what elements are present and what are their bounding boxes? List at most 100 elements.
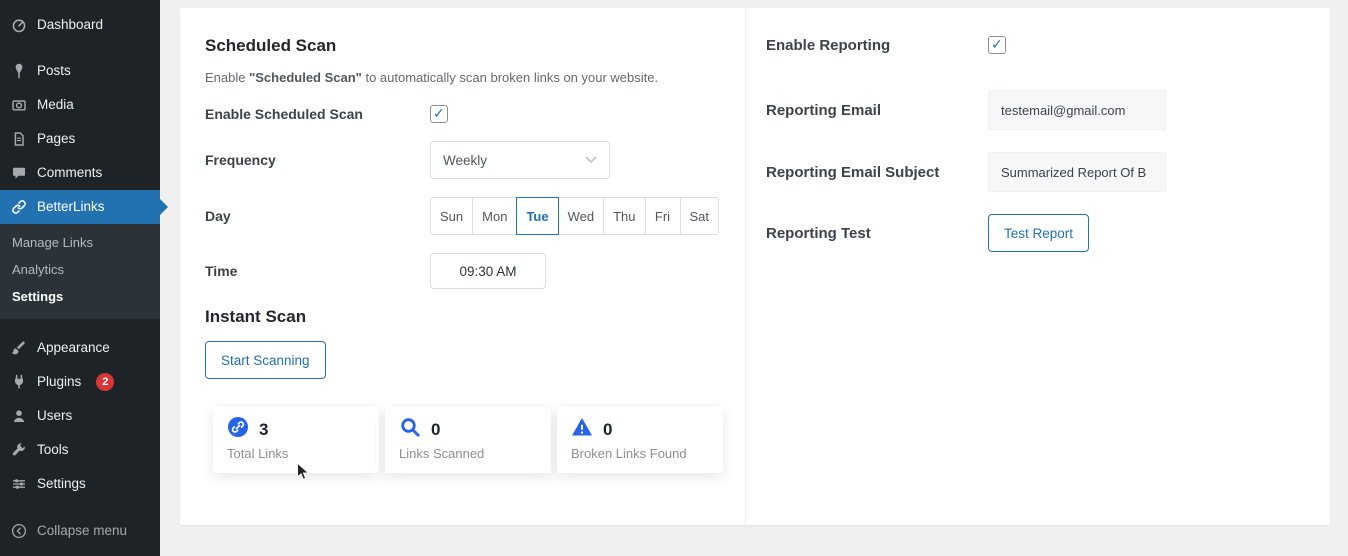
users-icon <box>10 407 28 425</box>
link-icon <box>227 416 249 443</box>
enable-reporting-row: Enable Reporting <box>766 36 1330 54</box>
scan-stats: 3 Total Links 0 Links Scanned <box>213 407 745 473</box>
enable-reporting-label: Enable Reporting <box>766 37 988 54</box>
sidebar-item-label: Appearance <box>37 339 110 357</box>
sidebar-item-posts[interactable]: Posts <box>0 54 160 88</box>
plugins-icon <box>10 373 28 391</box>
plugins-update-badge: 2 <box>96 373 114 391</box>
sidebar-item-media[interactable]: Media <box>0 88 160 122</box>
appearance-icon <box>10 339 28 357</box>
enable-scheduled-scan-row: Enable Scheduled Scan <box>205 105 745 123</box>
reporting-test-row: Reporting Test Test Report <box>766 214 1330 252</box>
day-row: Day Sun Mon Tue Wed Thu Fri Sat <box>205 197 745 235</box>
day-option-sun[interactable]: Sun <box>430 197 473 235</box>
reporting-subject-row: Reporting Email Subject <box>766 152 1330 192</box>
sidebar-item-users[interactable]: Users <box>0 399 160 433</box>
stat-value: 0 <box>431 420 440 440</box>
betterlinks-submenu: Manage Links Analytics Settings <box>0 224 160 319</box>
stat-value: 3 <box>259 420 268 440</box>
frequency-selected-value: Weekly <box>443 153 487 168</box>
warning-icon <box>571 416 593 443</box>
sidebar-item-label: Comments <box>37 164 102 182</box>
stat-card-links-scanned: 0 Links Scanned <box>385 407 551 473</box>
scheduled-scan-description: Enable "Scheduled Scan" to automatically… <box>205 70 745 85</box>
sidebar-item-label: Posts <box>37 62 71 80</box>
sidebar-item-label: Users <box>37 407 72 425</box>
sidebar-item-plugins[interactable]: Plugins 2 <box>0 365 160 399</box>
sidebar-item-tools[interactable]: Tools <box>0 433 160 467</box>
sidebar-item-label: Plugins <box>37 373 81 391</box>
scan-settings-column: Scheduled Scan Enable "Scheduled Scan" t… <box>180 8 745 525</box>
media-icon <box>10 96 28 114</box>
stat-label: Broken Links Found <box>571 446 709 461</box>
reporting-settings-column: Enable Reporting Reporting Email Reporti… <box>745 8 1330 525</box>
day-option-thu[interactable]: Thu <box>603 197 645 235</box>
frequency-select[interactable]: Weekly <box>430 141 610 179</box>
day-selector: Sun Mon Tue Wed Thu Fri Sat <box>430 197 745 235</box>
frequency-label: Frequency <box>205 152 430 168</box>
admin-sidebar: Dashboard Posts Media Pages Comments <box>0 0 160 556</box>
submenu-item-settings[interactable]: Settings <box>0 283 160 310</box>
search-icon <box>399 416 421 443</box>
reporting-subject-input[interactable] <box>988 152 1166 192</box>
stat-value: 0 <box>603 420 612 440</box>
chevron-down-icon <box>585 156 597 164</box>
sidebar-item-label: BetterLinks <box>37 198 105 216</box>
test-report-button[interactable]: Test Report <box>988 214 1089 252</box>
screen: Dashboard Posts Media Pages Comments <box>0 0 1348 556</box>
admin-content: Scheduled Scan Enable "Scheduled Scan" t… <box>160 0 1348 556</box>
day-option-fri[interactable]: Fri <box>645 197 681 235</box>
day-option-wed[interactable]: Wed <box>558 197 605 235</box>
dashboard-icon <box>10 16 28 34</box>
collapse-menu-button[interactable]: Collapse menu <box>0 514 160 548</box>
comments-icon <box>10 164 28 182</box>
sidebar-item-pages[interactable]: Pages <box>0 122 160 156</box>
day-option-mon[interactable]: Mon <box>472 197 517 235</box>
tools-icon <box>10 441 28 459</box>
sidebar-item-label: Collapse menu <box>37 522 127 540</box>
scheduled-scan-title: Scheduled Scan <box>205 36 745 56</box>
reporting-test-label: Reporting Test <box>766 225 988 242</box>
stat-card-broken-links: 0 Broken Links Found <box>557 407 723 473</box>
collapse-arrow-icon <box>10 522 28 540</box>
submenu-item-manage-links[interactable]: Manage Links <box>0 229 160 256</box>
time-label: Time <box>205 263 430 279</box>
sidebar-item-label: Media <box>37 96 74 114</box>
sidebar-item-label: Dashboard <box>37 16 103 34</box>
reporting-email-label: Reporting Email <box>766 102 988 119</box>
enable-scheduled-scan-label: Enable Scheduled Scan <box>205 106 430 122</box>
enable-scheduled-scan-checkbox[interactable] <box>430 105 448 123</box>
time-row: Time 09:30 AM <box>205 253 745 289</box>
day-option-tue[interactable]: Tue <box>516 197 558 235</box>
day-label: Day <box>205 208 430 224</box>
pages-icon <box>10 130 28 148</box>
stat-card-total-links: 3 Total Links <box>213 407 379 473</box>
reporting-email-row: Reporting Email <box>766 90 1330 130</box>
day-option-sat[interactable]: Sat <box>680 197 720 235</box>
sidebar-item-appearance[interactable]: Appearance <box>0 331 160 365</box>
sidebar-item-betterlinks[interactable]: BetterLinks <box>0 190 160 224</box>
submenu-item-analytics[interactable]: Analytics <box>0 256 160 283</box>
enable-reporting-checkbox[interactable] <box>988 36 1006 54</box>
reporting-subject-label: Reporting Email Subject <box>766 164 988 181</box>
stat-label: Total Links <box>227 446 365 461</box>
sidebar-item-label: Pages <box>37 130 75 148</box>
sidebar-item-comments[interactable]: Comments <box>0 156 160 190</box>
reporting-email-input[interactable] <box>988 90 1166 130</box>
description-text: Enable <box>205 70 249 85</box>
start-scanning-button[interactable]: Start Scanning <box>205 341 326 379</box>
instant-scan-title: Instant Scan <box>205 307 745 327</box>
posts-icon <box>10 62 28 80</box>
sidebar-item-label: Tools <box>37 441 69 459</box>
sidebar-item-label: Settings <box>37 475 86 493</box>
frequency-row: Frequency Weekly <box>205 141 745 179</box>
settings-card: Scheduled Scan Enable "Scheduled Scan" t… <box>180 8 1330 525</box>
sidebar-item-dashboard[interactable]: Dashboard <box>0 8 160 42</box>
time-input[interactable]: 09:30 AM <box>430 253 546 289</box>
description-highlight: "Scheduled Scan" <box>249 70 362 85</box>
description-text: to automatically scan broken links on yo… <box>362 70 658 85</box>
betterlinks-icon <box>10 198 28 216</box>
stat-label: Links Scanned <box>399 446 537 461</box>
sidebar-item-settings[interactable]: Settings <box>0 467 160 501</box>
settings-icon <box>10 475 28 493</box>
